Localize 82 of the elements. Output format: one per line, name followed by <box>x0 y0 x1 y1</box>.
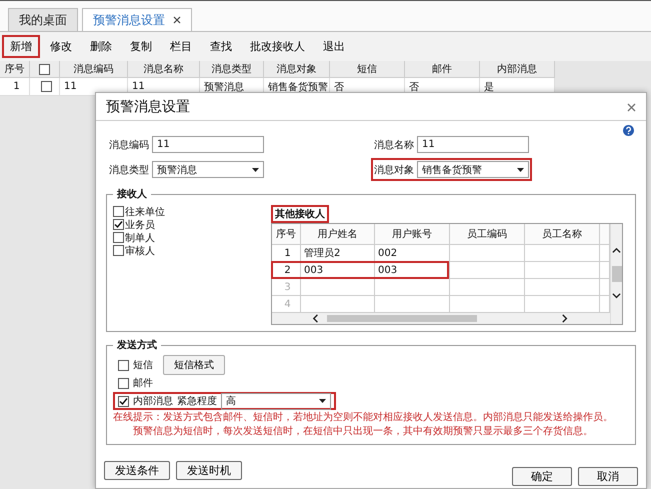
checkbox-label: 短信 <box>133 359 153 372</box>
checkbox-label: 邮件 <box>133 376 153 390</box>
toolbar-button[interactable]: 退出 <box>315 35 353 58</box>
select-field[interactable]: 销售备货预警 <box>417 161 529 178</box>
tab[interactable]: 我的桌面 <box>8 8 78 31</box>
table-cell: 002 <box>375 245 450 262</box>
toolbar-button[interactable]: 批改接收人 <box>242 35 313 58</box>
row-number: 2 <box>272 262 301 279</box>
column-header: 短信 <box>330 61 405 78</box>
column-header: 用户账号 <box>375 224 450 245</box>
checkbox-label: 内部消息 <box>133 394 173 408</box>
column-header: 序号 <box>0 61 30 78</box>
tab[interactable]: 预警消息设置 <box>82 8 192 31</box>
toolbar-button[interactable]: 栏目 <box>162 35 200 58</box>
toolbar-button[interactable]: 新增 <box>2 35 40 58</box>
column-header: 消息类型 <box>200 61 264 78</box>
dialog-title: 预警消息设置 <box>106 98 190 116</box>
group-title: 其他接收人 <box>271 205 329 223</box>
field-label: 紧急程度 <box>177 394 217 408</box>
group-title: 发送方式 <box>116 338 158 353</box>
column-header: 消息名称 <box>128 61 200 78</box>
caret-icon <box>252 168 259 172</box>
horizontal-scrollbar[interactable] <box>272 313 610 324</box>
row-number: 3 <box>272 279 301 296</box>
field-label: 消息类型 <box>109 164 149 176</box>
select-field[interactable]: 高 <box>221 392 331 410</box>
dialog-button[interactable]: 发送条件 <box>104 461 170 480</box>
checkbox[interactable] <box>118 378 129 388</box>
toolbar-button[interactable]: 修改 <box>42 35 80 58</box>
scrollbar-thumb[interactable] <box>327 315 477 322</box>
row-number: 1 <box>272 245 301 262</box>
checkbox-label: 往来单位 <box>125 206 165 218</box>
column-header <box>600 224 610 245</box>
close-icon[interactable] <box>627 102 636 112</box>
toolbar-button[interactable]: 复制 <box>122 35 160 58</box>
caret-icon <box>319 399 326 403</box>
checkbox[interactable] <box>118 360 129 370</box>
scrollbar-thumb[interactable] <box>612 266 622 282</box>
arrow-down-icon[interactable] <box>612 292 621 301</box>
checkbox[interactable] <box>113 219 124 230</box>
checkbox-label: 审核人 <box>125 244 155 258</box>
arrow-left-icon[interactable] <box>312 314 321 323</box>
dialog-button[interactable]: 发送时机 <box>176 461 242 480</box>
column-header: 序号 <box>272 224 301 245</box>
column-header: 员工编码 <box>450 224 525 245</box>
column-header: 邮件 <box>405 61 480 78</box>
field-label: 消息对象 <box>374 164 414 176</box>
column-header: 消息编码 <box>60 61 128 78</box>
table-cell: 003 <box>375 262 450 279</box>
vertical-scrollbar[interactable] <box>610 224 622 324</box>
checkbox[interactable] <box>113 232 124 243</box>
column-header: 员工名称 <box>525 224 600 245</box>
select-field[interactable]: 预警消息 <box>152 161 264 178</box>
help-icon[interactable] <box>623 125 634 136</box>
dialog-button[interactable]: 取消 <box>578 467 638 486</box>
checkbox[interactable] <box>113 245 124 256</box>
close-icon[interactable] <box>173 16 181 24</box>
hint-text: 预警信息为短信时，每次发送短信时，在短信中只出现一条，其中有效期预警只显示最多三个存货信息。 <box>132 424 594 438</box>
caret-icon <box>517 168 524 172</box>
table-cell: 管理员2 <box>301 245 375 262</box>
input-field[interactable]: 11 <box>152 136 264 153</box>
group-title: 接收人 <box>116 188 148 202</box>
checkbox-label: 制单人 <box>125 232 155 244</box>
toolbar-button[interactable]: 删除 <box>82 35 120 58</box>
table-cell: 003 <box>301 262 375 279</box>
dialog-button[interactable]: 确定 <box>512 467 572 486</box>
checkbox[interactable] <box>113 206 124 217</box>
field-label: 消息编码 <box>109 138 149 152</box>
arrow-right-icon[interactable] <box>561 314 570 323</box>
checkbox[interactable] <box>41 81 52 92</box>
checkbox[interactable] <box>118 396 129 406</box>
sms-format-button[interactable]: 短信格式 <box>163 355 225 375</box>
column-header: 用户姓名 <box>301 224 375 245</box>
field-label: 消息名称 <box>374 138 414 152</box>
input-field[interactable]: 11 <box>417 136 529 153</box>
column-header: 消息对象 <box>264 61 330 78</box>
hint-text: 在线提示：发送方式包含邮件、短信时，若地址为空则不能对相应接收人发送信息。内部消息只能发送给操作员。 <box>113 410 614 424</box>
table-cell: 1 <box>0 78 30 96</box>
checkbox[interactable] <box>39 64 50 74</box>
column-header: 内部消息 <box>480 61 555 78</box>
checkbox-label: 业务员 <box>125 218 155 232</box>
toolbar-button[interactable]: 查找 <box>202 35 240 58</box>
